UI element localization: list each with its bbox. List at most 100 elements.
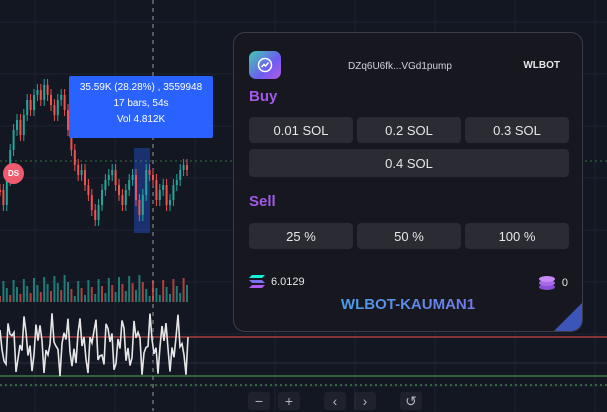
volume-bar bbox=[26, 286, 29, 302]
volume-bar bbox=[114, 292, 117, 302]
sell-100-button[interactable]: 100 % bbox=[465, 223, 569, 249]
token-address[interactable]: DZq6U6fk...VGd1pump bbox=[348, 61, 452, 72]
volume-bar bbox=[186, 285, 188, 302]
volume-bar bbox=[33, 278, 35, 302]
volume-bar bbox=[179, 293, 182, 302]
sell-25-button[interactable]: 25 % bbox=[249, 223, 353, 249]
volume-bar bbox=[131, 283, 134, 302]
chart-zoom-controls: − + ‹ › ↺ bbox=[248, 392, 422, 412]
candle-body bbox=[29, 100, 32, 110]
volume-bar bbox=[101, 286, 103, 302]
volume-bar bbox=[87, 280, 90, 302]
volume-bar bbox=[172, 279, 175, 302]
volume-bar bbox=[152, 281, 154, 302]
volume-bar bbox=[135, 290, 137, 302]
oscillator-line bbox=[0, 313, 189, 377]
sol-balance-value: 6.0129 bbox=[271, 275, 305, 288]
volume-bar bbox=[121, 284, 124, 302]
token-balance-value: 0 bbox=[561, 277, 568, 289]
candle-body bbox=[107, 175, 110, 180]
volume-bar bbox=[16, 287, 18, 302]
candle-body bbox=[87, 185, 90, 195]
volume-bar bbox=[73, 296, 76, 302]
candle-body bbox=[22, 115, 25, 135]
volume-bar bbox=[169, 294, 171, 302]
volume-bar bbox=[2, 281, 5, 302]
candle-body bbox=[46, 85, 49, 95]
panel-resize-corner[interactable] bbox=[554, 303, 582, 331]
volume-bar bbox=[138, 275, 141, 302]
candle-body bbox=[104, 180, 107, 190]
account-name: WLBOT-KAUMAN1 bbox=[234, 296, 582, 313]
candle-body bbox=[97, 205, 100, 220]
chevron-left-icon: ‹ bbox=[332, 393, 338, 409]
candle-body bbox=[36, 90, 39, 95]
app-logo-icon bbox=[249, 51, 281, 79]
volume-bar bbox=[9, 295, 12, 302]
volume-bar bbox=[19, 294, 22, 302]
buy-title: Buy bbox=[249, 88, 278, 105]
volume-bar bbox=[67, 282, 69, 302]
volume-bar bbox=[77, 281, 80, 302]
candle-body bbox=[16, 120, 18, 130]
tooltip-bars: 17 bars, 54s bbox=[113, 98, 169, 109]
candle-body bbox=[135, 175, 137, 200]
candle-body bbox=[77, 165, 80, 175]
candle-body bbox=[138, 200, 141, 215]
candle-body bbox=[145, 170, 148, 195]
candle-body bbox=[53, 105, 56, 115]
volume-bar bbox=[145, 289, 148, 302]
ds-marker-badge[interactable]: DS bbox=[3, 163, 24, 184]
chevron-right-icon: › bbox=[362, 393, 368, 409]
buy-0.3-sol-button[interactable]: 0.3 SOL bbox=[465, 117, 569, 143]
candle-body bbox=[162, 185, 165, 190]
candle-body bbox=[148, 170, 151, 175]
candle-body bbox=[111, 170, 114, 175]
candle-body bbox=[179, 170, 182, 180]
volume-bar bbox=[5, 288, 8, 302]
candle-body bbox=[158, 190, 161, 200]
volume-bar bbox=[124, 291, 127, 302]
volume-bar bbox=[97, 279, 100, 302]
volume-bar bbox=[0, 296, 1, 302]
volume-bar bbox=[118, 277, 120, 302]
zoom-in-button[interactable]: + bbox=[278, 392, 300, 410]
volume-bar bbox=[63, 275, 66, 302]
reset-button[interactable]: ↺ bbox=[400, 392, 422, 410]
zoom-out-button[interactable]: − bbox=[248, 392, 270, 410]
buy-0.4-sol-button[interactable]: 0.4 SOL bbox=[249, 149, 569, 177]
candle-body bbox=[43, 85, 46, 100]
volume-bar bbox=[60, 290, 63, 302]
buy-0.01-sol-button[interactable]: 0.01 SOL bbox=[249, 117, 353, 143]
candle-body bbox=[5, 180, 8, 205]
candle-body bbox=[165, 185, 168, 205]
candle-body bbox=[50, 95, 52, 105]
buy-0.2-sol-button[interactable]: 0.2 SOL bbox=[357, 117, 461, 143]
candle-body bbox=[2, 190, 5, 205]
volume-bar bbox=[182, 278, 185, 302]
candle-body bbox=[33, 95, 35, 110]
volume-bar bbox=[107, 278, 110, 302]
candle-body bbox=[118, 185, 120, 195]
scroll-right-button[interactable]: › bbox=[354, 392, 376, 410]
candle-body bbox=[182, 165, 185, 170]
scroll-left-button[interactable]: ‹ bbox=[324, 392, 346, 410]
volume-bar bbox=[39, 292, 42, 302]
candle-body bbox=[19, 120, 22, 135]
candle-body bbox=[155, 180, 158, 200]
sol-balance: 6.0129 bbox=[249, 275, 305, 288]
volume-bar bbox=[128, 276, 131, 302]
volume-bar bbox=[84, 295, 86, 302]
candle-body bbox=[60, 95, 63, 100]
measure-tooltip: 35.59K (28.28%) , 3559948 17 bars, 54s V… bbox=[69, 76, 213, 138]
candle-body bbox=[186, 165, 188, 170]
candle-body bbox=[101, 190, 103, 205]
reset-icon: ↺ bbox=[405, 392, 417, 409]
sell-title: Sell bbox=[249, 193, 276, 210]
volume-bar bbox=[80, 288, 83, 302]
tooltip-volume: Vol 4.812K bbox=[116, 114, 166, 125]
volume-bar bbox=[53, 276, 56, 302]
sell-50-button[interactable]: 50 % bbox=[357, 223, 461, 249]
volume-bar bbox=[29, 293, 32, 302]
candle-body bbox=[94, 210, 97, 220]
